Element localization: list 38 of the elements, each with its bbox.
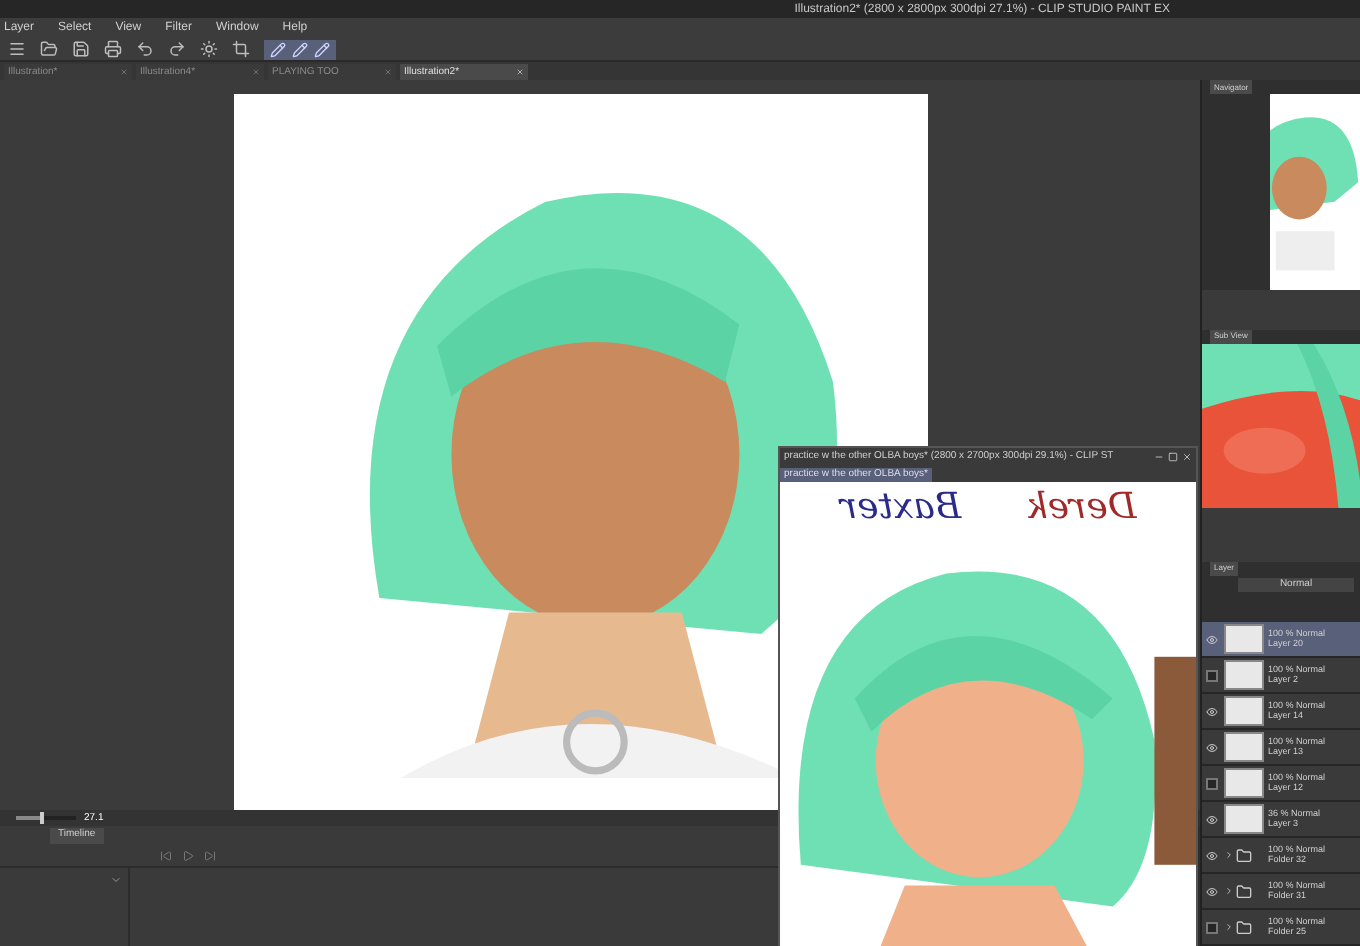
layer-thumbnail [1224, 732, 1264, 763]
redo-icon[interactable] [168, 40, 186, 58]
folder-icon [1236, 883, 1252, 900]
crop-icon[interactable] [232, 40, 250, 58]
folder-icon [1236, 919, 1252, 936]
pen-icon[interactable] [270, 41, 286, 57]
chevron-icon[interactable] [1224, 850, 1234, 861]
layer-thumbnail [1224, 660, 1264, 691]
forward-icon[interactable] [204, 849, 216, 861]
folder-icon[interactable] [40, 40, 58, 58]
printer-icon[interactable] [104, 40, 122, 58]
hidden-toggle[interactable] [1206, 777, 1218, 790]
eye-icon[interactable] [1206, 633, 1218, 646]
maximize-icon[interactable] [1168, 452, 1178, 462]
folder-icon [1236, 847, 1252, 864]
eye-icon[interactable] [1206, 849, 1218, 862]
layer-thumbnail [1224, 768, 1264, 799]
rewind-icon[interactable] [160, 849, 172, 861]
minimize-icon[interactable] [1154, 452, 1164, 462]
layer-thumbnail [1224, 696, 1264, 727]
pen-icon[interactable] [314, 41, 330, 57]
eye-icon[interactable] [1206, 705, 1218, 718]
eye-icon[interactable] [1206, 813, 1218, 826]
play-icon[interactable] [182, 849, 194, 861]
eye-icon[interactable] [1206, 885, 1218, 898]
layer-thumbnail [1224, 804, 1264, 835]
sun-icon[interactable] [200, 40, 218, 58]
undo-icon[interactable] [136, 40, 154, 58]
chevron-icon[interactable] [1224, 922, 1234, 933]
hidden-toggle[interactable] [1206, 669, 1218, 682]
chevron-icon[interactable] [1224, 886, 1234, 897]
menu-icon[interactable] [8, 40, 26, 58]
pen-icon[interactable] [292, 41, 308, 57]
handwritten-text: Derek [1025, 489, 1136, 525]
save-icon[interactable] [72, 40, 90, 58]
hidden-toggle[interactable] [1206, 921, 1218, 934]
eye-icon[interactable] [1206, 741, 1218, 754]
layer-thumbnail [1224, 624, 1264, 655]
